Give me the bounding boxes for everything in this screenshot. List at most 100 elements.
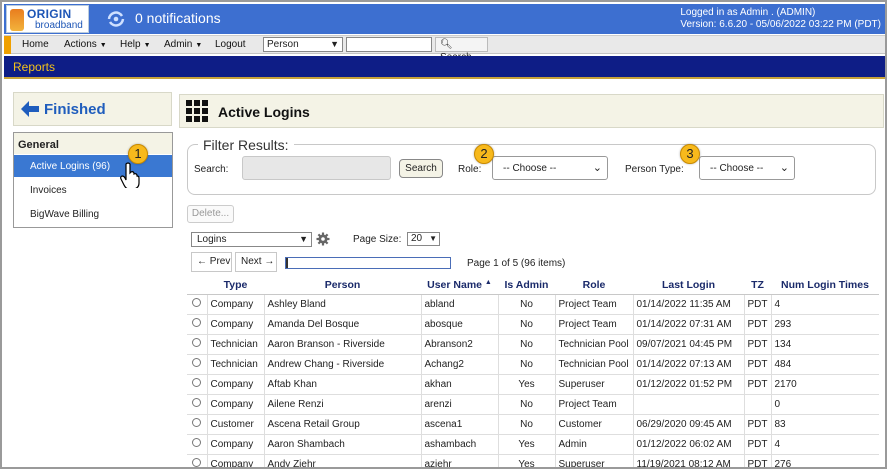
row-radio[interactable]	[192, 438, 202, 447]
role-select[interactable]: -- Choose -- ⌄	[492, 156, 608, 180]
column-header-username[interactable]: User Name ▲	[421, 276, 498, 295]
cell-role: Project Team	[554, 293, 633, 314]
row-select-cell[interactable]	[187, 413, 207, 434]
row-radio[interactable]	[192, 298, 202, 307]
nav-item-bigwave-billing[interactable]: BigWave Billing	[14, 203, 172, 225]
cell-is-admin: Yes	[497, 433, 555, 454]
filter-legend: Filter Results:	[198, 137, 294, 153]
delete-button[interactable]: Delete...	[187, 205, 234, 223]
notifications-count[interactable]: 0 notifications	[135, 10, 221, 26]
cell-last-login: 01/12/2022 06:02 AM	[632, 433, 744, 454]
menu-accent	[4, 36, 11, 54]
column-header-num-logins[interactable]: Num Login Times	[771, 276, 879, 295]
menu-help[interactable]: Help ▼	[120, 39, 151, 50]
callout-badge: 1	[128, 144, 148, 164]
section-title[interactable]: Reports	[13, 60, 55, 74]
view-select-value: Logins	[197, 234, 227, 245]
prev-page-button[interactable]: ← Prev	[191, 252, 232, 272]
cell-username: Achang2	[420, 353, 498, 374]
logo-text-primary: ORIGIN	[27, 7, 72, 21]
search-input[interactable]	[242, 156, 391, 180]
row-radio[interactable]	[192, 358, 202, 367]
chevron-down-icon: ▼	[195, 42, 203, 49]
column-header-type[interactable]: Type	[207, 276, 264, 295]
global-search-input[interactable]	[346, 37, 432, 52]
cell-username: abosque	[420, 313, 498, 334]
row-select-cell[interactable]	[187, 453, 207, 467]
view-select[interactable]: Logins ▼	[191, 232, 312, 247]
row-radio[interactable]	[192, 418, 202, 427]
cell-last-login: 06/29/2020 09:45 AM	[632, 413, 744, 434]
cell-person: Andrew Chang - Riverside	[263, 353, 421, 374]
cell-is-admin: No	[497, 313, 555, 334]
row-radio[interactable]	[192, 318, 202, 327]
table-row[interactable]: Customer Ascena Retail Group ascena1 No Cust…	[187, 413, 879, 434]
column-header-tz[interactable]: TZ	[744, 276, 771, 295]
page-size-label: Page Size:	[353, 234, 402, 245]
cell-tz: PDT	[743, 413, 771, 434]
hand-cursor-icon	[120, 162, 140, 188]
cell-type: Technician	[206, 353, 264, 374]
cell-tz	[743, 393, 771, 414]
row-select-cell[interactable]	[187, 333, 207, 354]
column-header-person[interactable]: Person	[264, 276, 421, 295]
cell-role: Superuser	[554, 373, 633, 394]
table-row[interactable]: Company Andy Ziehr aziehr Yes Superuser 11/19…	[187, 453, 879, 467]
cell-type: Company	[206, 293, 264, 314]
cell-num-logins: 276	[770, 453, 879, 467]
row-radio[interactable]	[192, 378, 202, 387]
table-row[interactable]: Company Aaron Shambach ashambach Yes Admin 01…	[187, 433, 879, 454]
search-type-select[interactable]: Person ▼	[263, 37, 343, 52]
row-radio[interactable]	[192, 338, 202, 347]
column-header-is-admin[interactable]: Is Admin	[498, 276, 555, 295]
row-select-cell[interactable]	[187, 373, 207, 394]
cell-person: Aaron Shambach	[263, 433, 421, 454]
cell-role: Technician Pool	[554, 353, 633, 374]
menu-actions-label: Actions	[64, 39, 97, 50]
page-info: Page 1 of 5 (96 items)	[467, 258, 566, 269]
table-row[interactable]: Company Ailene Renzi arenzi No Project Team 0	[187, 393, 879, 414]
global-search-button[interactable]: 🔍︎ Search	[435, 37, 488, 63]
row-select-cell[interactable]	[187, 293, 207, 314]
nav-item-active-logins[interactable]: Active Logins (96)	[14, 155, 172, 177]
menu-home[interactable]: Home	[22, 39, 49, 50]
cell-is-admin: Yes	[497, 453, 555, 467]
logins-table: Type Person User Name ▲ Is Admin Role La…	[187, 276, 879, 467]
menu-logout[interactable]: Logout	[215, 39, 246, 50]
search-button[interactable]: Search	[399, 159, 443, 178]
cell-last-login	[632, 393, 744, 414]
person-type-select[interactable]: -- Choose -- ⌄	[699, 156, 795, 180]
table-row[interactable]: Company Aftab Khan akhan Yes Superuser 01/12/…	[187, 373, 879, 394]
gear-icon[interactable]	[316, 232, 330, 246]
column-header-last-login[interactable]: Last Login	[633, 276, 744, 295]
table-row[interactable]: Technician Aaron Branson - Riverside Abran…	[187, 333, 879, 354]
notification-icon[interactable]	[106, 10, 126, 28]
row-select-cell[interactable]	[187, 393, 207, 414]
cell-num-logins: 134	[770, 333, 879, 354]
row-radio[interactable]	[192, 458, 202, 467]
page-size-select[interactable]: 20 ▼	[407, 232, 440, 246]
row-select-cell[interactable]	[187, 433, 207, 454]
finished-button[interactable]: Finished	[13, 92, 172, 126]
table-row[interactable]: Company Ashley Bland abland No Project Team 0…	[187, 293, 879, 314]
page-size-value: 20	[411, 233, 423, 244]
next-page-button[interactable]: Next →	[235, 252, 277, 272]
row-select-cell[interactable]	[187, 313, 207, 334]
cell-person: Aaron Branson - Riverside	[263, 333, 421, 354]
company-logo[interactable]: ORIGIN broadband	[6, 5, 89, 33]
nav-item-invoices[interactable]: Invoices	[14, 179, 172, 201]
column-header-username-label: User Name	[427, 278, 482, 291]
row-radio[interactable]	[192, 398, 202, 407]
search-icon: 🔍︎	[440, 39, 453, 50]
table-row[interactable]: Technician Andrew Chang - Riverside Achang…	[187, 353, 879, 374]
chevron-down-icon: ▼	[299, 234, 308, 244]
page-progress-bar[interactable]	[285, 257, 451, 269]
cell-is-admin: No	[497, 293, 555, 314]
cell-person: Andy Ziehr	[263, 453, 421, 467]
menu-actions[interactable]: Actions ▼	[64, 39, 107, 50]
table-row[interactable]: Company Amanda Del Bosque abosque No Project…	[187, 313, 879, 334]
row-select-cell[interactable]	[187, 353, 207, 374]
menu-admin[interactable]: Admin ▼	[164, 39, 202, 50]
person-type-value: -- Choose --	[710, 163, 764, 174]
column-header-role[interactable]: Role	[555, 276, 633, 295]
